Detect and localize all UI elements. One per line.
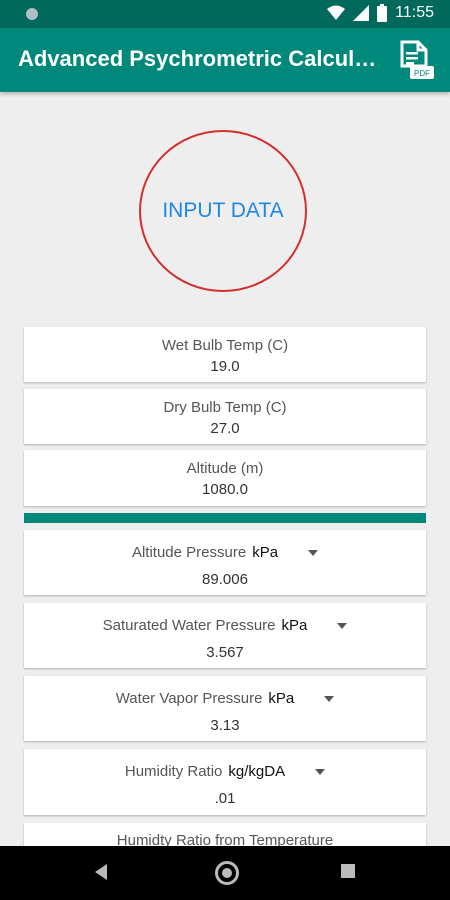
dropdown-arrow-icon[interactable] — [324, 695, 335, 702]
altitude-pressure-unit-select[interactable]: kPa — [252, 544, 278, 561]
dropdown-arrow-icon[interactable] — [315, 768, 326, 775]
altitude-pressure-label: Altitude Pressure — [131, 544, 247, 561]
wet-bulb-label: Wet Bulb Temp (C) — [161, 337, 289, 354]
altitude-value: 1080.0 — [202, 481, 248, 498]
pdf-export-button[interactable]: PDF — [396, 40, 436, 82]
wet-bulb-value: 19.0 — [210, 358, 240, 375]
altitude-pressure-value: 89.006 — [202, 571, 248, 588]
status-bar: 11:55 — [0, 0, 450, 28]
altitude-pressure-card: Altitude Pressure kPa 89.006 — [24, 530, 426, 595]
dropdown-arrow-icon[interactable] — [337, 622, 348, 629]
saturated-water-pressure-unit-select[interactable]: kPa — [282, 617, 308, 634]
app-title: Advanced Psychrometric Calcula… — [18, 46, 378, 71]
saturated-water-pressure-card: Saturated Water Pressure kPa 3.567 — [24, 603, 426, 668]
status-time: 11:55 — [395, 4, 434, 21]
saturated-water-pressure-label: Saturated Water Pressure — [102, 617, 276, 634]
battery-icon — [377, 4, 388, 22]
back-icon[interactable] — [95, 864, 107, 880]
recents-icon[interactable] — [341, 864, 355, 878]
water-vapor-pressure-label: Water Vapor Pressure — [115, 690, 263, 707]
app-bar: Advanced Psychrometric Calcula… PDF — [0, 28, 450, 92]
input-data-button[interactable]: INPUT DATA — [139, 130, 307, 292]
humidity-ratio-label: Humidity Ratio — [124, 763, 223, 780]
humidity-ratio-card: Humidity Ratio kg/kgDA .01 — [24, 749, 426, 815]
status-icons: 11:55 — [327, 4, 434, 22]
dry-bulb-value: 27.0 — [210, 420, 240, 437]
water-vapor-pressure-value: 3.13 — [210, 717, 240, 734]
wifi-icon — [327, 5, 346, 20]
humidity-ratio-value: .01 — [214, 790, 236, 807]
signal-icon — [353, 5, 370, 21]
dropdown-arrow-icon[interactable] — [308, 549, 319, 556]
dry-bulb-card[interactable]: Dry Bulb Temp (C) 27.0 — [24, 389, 426, 444]
wet-bulb-card[interactable]: Wet Bulb Temp (C) 19.0 — [24, 327, 426, 382]
pdf-document-icon: PDF — [400, 40, 434, 79]
home-icon[interactable] — [215, 861, 239, 885]
dry-bulb-label: Dry Bulb Temp (C) — [163, 399, 287, 416]
notification-dot-icon — [26, 8, 38, 20]
system-navigation-bar — [0, 846, 450, 900]
section-divider — [24, 513, 426, 523]
water-vapor-pressure-unit-select[interactable]: kPa — [268, 690, 294, 707]
humidity-ratio-unit-select[interactable]: kg/kgDA — [228, 763, 285, 780]
saturated-water-pressure-value: 3.567 — [206, 644, 244, 661]
altitude-card[interactable]: Altitude (m) 1080.0 — [24, 450, 426, 506]
svg-text:PDF: PDF — [414, 69, 430, 78]
altitude-label: Altitude (m) — [186, 460, 264, 477]
water-vapor-pressure-card: Water Vapor Pressure kPa 3.13 — [24, 676, 426, 741]
